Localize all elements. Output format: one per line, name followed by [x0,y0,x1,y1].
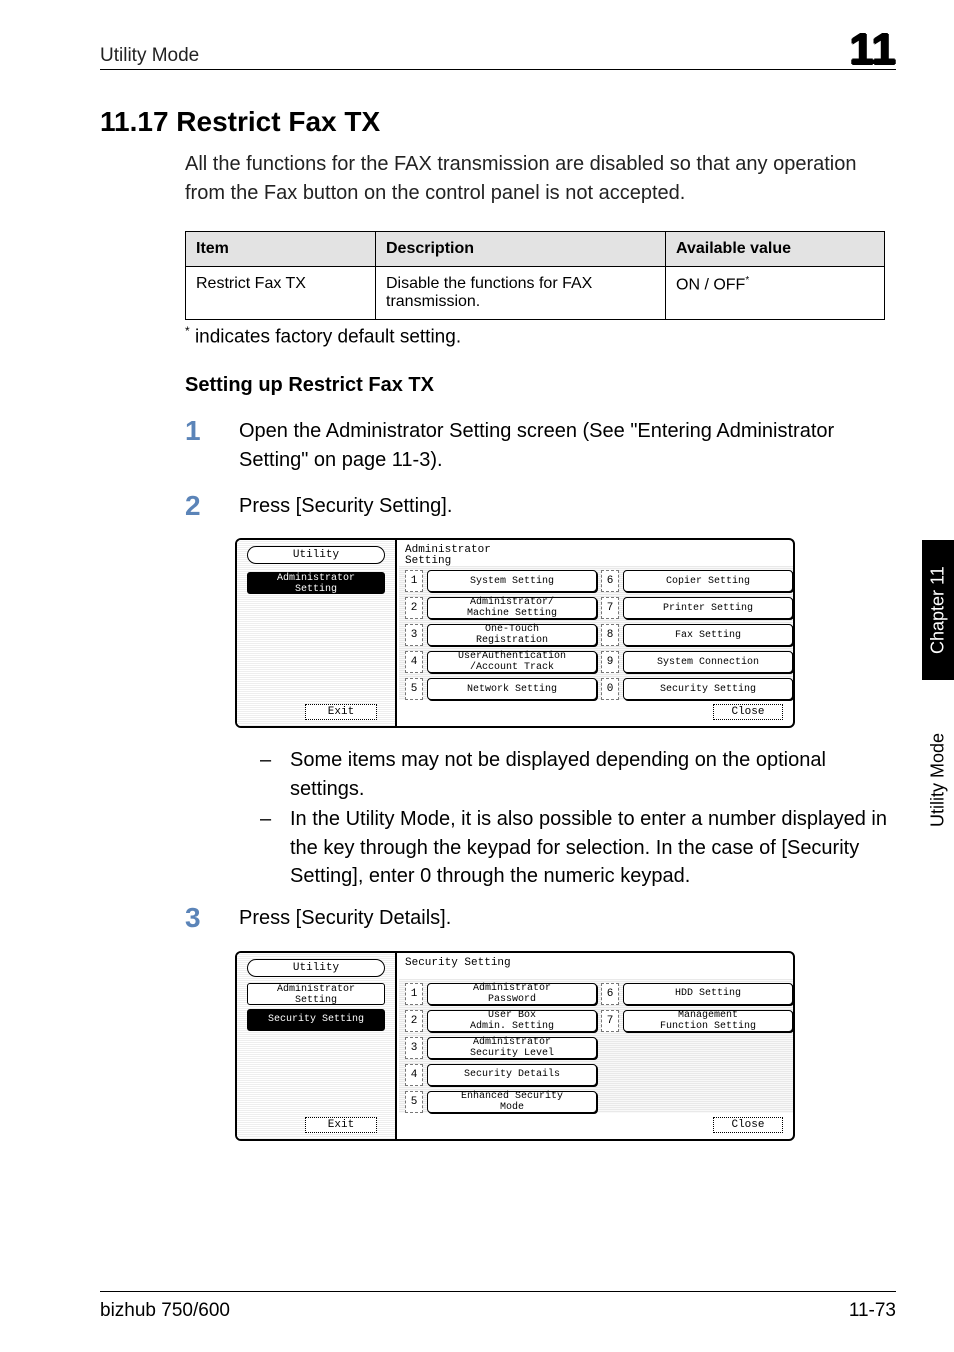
notes-list: –Some items may not be displayed dependi… [260,746,896,890]
page-header: Utility Mode 11 [100,32,896,70]
intro-paragraph: All the functions for the FAX transmissi… [185,150,896,207]
ss-left-tab[interactable]: Utility [247,546,385,564]
ss-sidebar-item[interactable]: Administrator Setting [247,572,385,594]
side-tab-chapter: Chapter 11 [922,540,954,680]
section-title: 11.17 Restrict Fax TX [100,106,896,138]
menu-btn-userbox[interactable]: User Box Admin. Setting [427,1010,597,1032]
ss-menu-grid: 1 Administrator Password 6 HDD Setting 2… [399,979,793,1113]
step-text: Press [Security Details]. [239,904,896,932]
menu-num: 0 [601,678,619,700]
menu-btn-printer-setting[interactable]: Printer Setting [623,597,793,619]
td-avail: ON / OFF* [666,266,885,319]
footer-model: bizhub 750/600 [100,1300,230,1322]
menu-btn-onetouch[interactable]: One-Touch Registration [427,624,597,646]
th-avail: Available value [666,231,885,266]
bullet-dash: – [260,805,272,890]
menu-btn-hdd-setting[interactable]: HDD Setting [623,983,793,1005]
th-item: Item [186,231,376,266]
menu-btn-mgmt-func[interactable]: Management Function Setting [623,1010,793,1032]
step-text: Open the Administrator Setting screen (S… [239,417,896,474]
menu-num: 5 [405,678,423,700]
menu-btn-user-auth[interactable]: UserAuthentication /Account Track [427,651,597,673]
step-text: Press [Security Setting]. [239,492,896,520]
ss-title: Security Setting [399,953,793,973]
side-tab-section: Utility Mode [922,680,954,880]
step-number: 3 [185,904,209,932]
menu-num: 7 [601,1010,619,1032]
screenshot-security-setting: Utility Administrator Setting Security S… [235,951,795,1141]
menu-btn-security-details[interactable]: Security Details [427,1064,597,1086]
step-3: 3 Press [Security Details]. [185,904,896,932]
ss-sidebar-item-admin[interactable]: Administrator Setting [247,983,385,1005]
bullet-text: Some items may not be displayed dependin… [290,746,896,803]
step-number: 2 [185,492,209,520]
menu-num: 4 [405,651,423,673]
subheading: Setting up Restrict Fax TX [185,374,896,397]
menu-btn-fax-setting[interactable]: Fax Setting [623,624,793,646]
header-chapter-number: 11 [849,32,896,67]
menu-num: 9 [601,651,619,673]
menu-num: 2 [405,597,423,619]
exit-button[interactable]: Exit [305,704,377,720]
menu-btn-copier-setting[interactable]: Copier Setting [623,570,793,592]
menu-btn-admin-password[interactable]: Administrator Password [427,983,597,1005]
close-button[interactable]: Close [713,1117,783,1133]
menu-btn-security-setting[interactable]: Security Setting [623,678,793,700]
menu-btn-enhanced-sec[interactable]: Enhanced Security Mode [427,1091,597,1113]
menu-btn-admin-machine[interactable]: Administrator/ Machine Setting [427,597,597,619]
menu-num: 5 [405,1091,423,1113]
side-tab: Chapter 11 Utility Mode [922,540,954,880]
exit-button[interactable]: Exit [305,1117,377,1133]
screenshot-admin-setting: Utility Administrator Setting Exit Admin… [235,538,795,728]
menu-btn-system-setting[interactable]: System Setting [427,570,597,592]
menu-btn-admin-sec-level[interactable]: Administrator Security Level [427,1037,597,1059]
menu-num: 1 [405,983,423,1005]
footnote: * indicates factory default setting. [185,324,896,348]
ss-menu-grid: 1 System Setting 6 Copier Setting 2 Admi… [399,566,793,700]
menu-num: 3 [405,624,423,646]
td-item: Restrict Fax TX [186,266,376,319]
menu-num: 7 [601,597,619,619]
menu-num: 6 [601,570,619,592]
header-section: Utility Mode [100,45,199,67]
bullet-dash: – [260,746,272,803]
close-button[interactable]: Close [713,704,783,720]
table-row: Restrict Fax TX Disable the functions fo… [186,266,885,319]
menu-num: 8 [601,624,619,646]
step-number: 1 [185,417,209,474]
menu-btn-system-connection[interactable]: System Connection [623,651,793,673]
menu-num: 2 [405,1010,423,1032]
step-2: 2 Press [Security Setting]. [185,492,896,520]
ss-sidebar-item-security[interactable]: Security Setting [247,1009,385,1031]
footer-page: 11-73 [849,1300,896,1322]
step-1: 1 Open the Administrator Setting screen … [185,417,896,474]
page-footer: bizhub 750/600 11-73 [100,1291,896,1322]
menu-num: 3 [405,1037,423,1059]
spec-table: Item Description Available value Restric… [185,231,885,320]
td-desc: Disable the functions for FAX transmissi… [376,266,666,319]
menu-num: 1 [405,570,423,592]
bullet-text: In the Utility Mode, it is also possible… [290,805,896,890]
menu-btn-network-setting[interactable]: Network Setting [427,678,597,700]
menu-num: 4 [405,1064,423,1086]
th-desc: Description [376,231,666,266]
ss-left-tab[interactable]: Utility [247,959,385,977]
menu-num: 6 [601,983,619,1005]
